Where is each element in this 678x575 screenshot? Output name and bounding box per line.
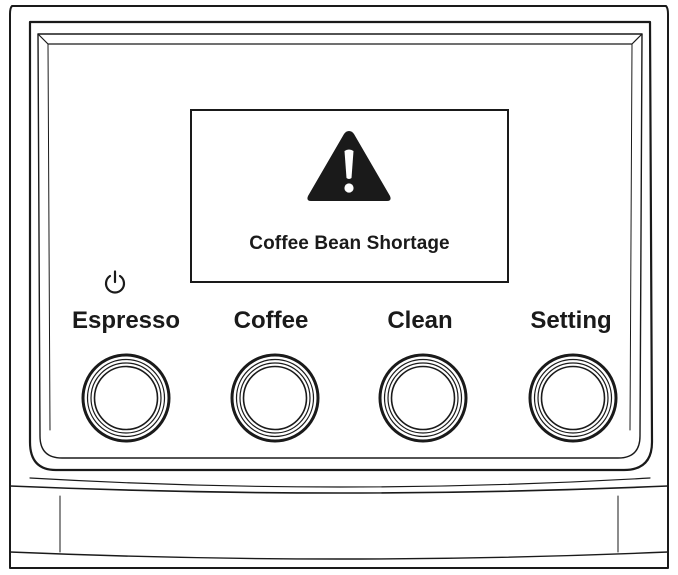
clean-label: Clean	[387, 307, 453, 334]
display-message: Coffee Bean Shortage	[249, 233, 450, 254]
espresso-label: Espresso	[71, 307, 181, 334]
machine-housing	[9, 5, 669, 569]
warning-triangle-icon	[307, 131, 391, 201]
knob-icon	[528, 353, 618, 443]
power-icon	[104, 270, 126, 294]
clean-button[interactable]	[377, 352, 469, 444]
display-screen: Coffee Bean Shortage	[190, 109, 509, 283]
coffee-label: Coffee	[233, 307, 309, 334]
knob-icon	[230, 353, 320, 443]
knob-icon	[81, 353, 171, 443]
setting-label: Setting	[530, 307, 612, 334]
knob-icon	[378, 353, 468, 443]
coffee-button[interactable]	[229, 352, 321, 444]
espresso-button[interactable]	[80, 352, 172, 444]
setting-button[interactable]	[527, 352, 619, 444]
